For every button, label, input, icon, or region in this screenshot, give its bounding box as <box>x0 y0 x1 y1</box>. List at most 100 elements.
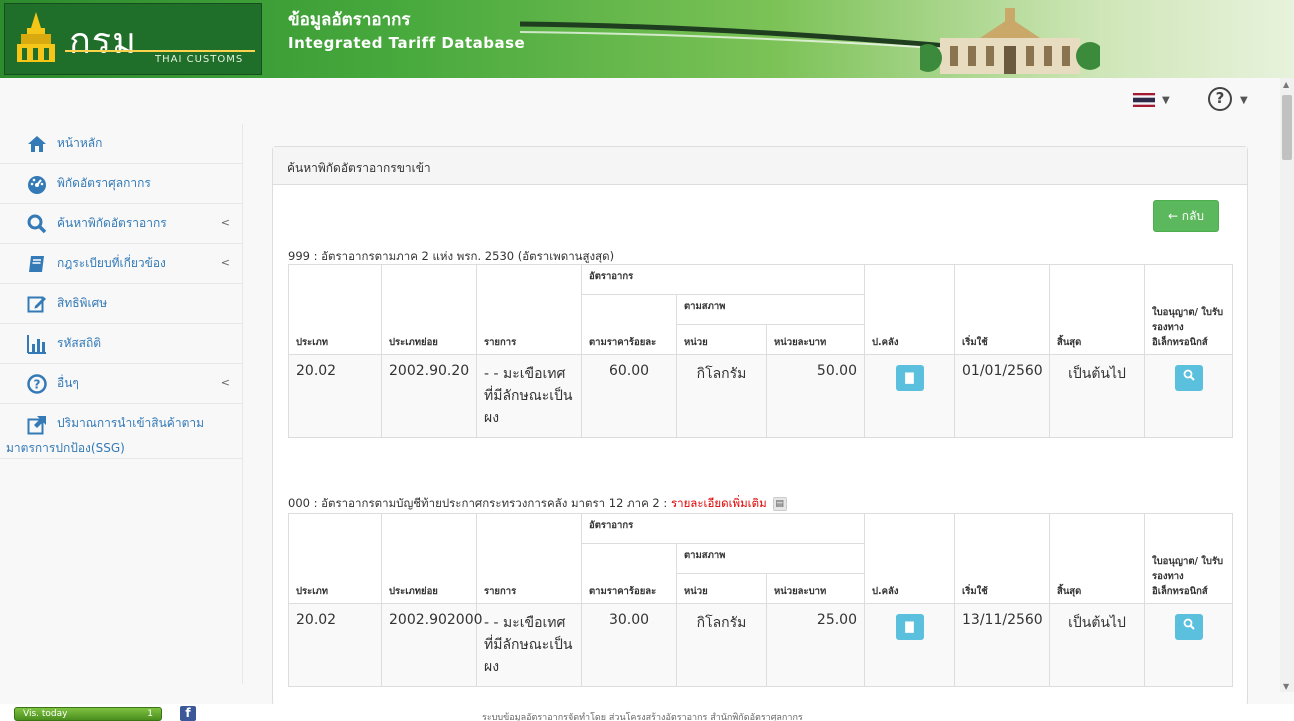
question-circle-icon: ? <box>26 373 48 395</box>
cell-end: เป็นต้นไป <box>1049 354 1146 438</box>
sidebar-item-tariff[interactable]: พิกัดอัตราศุลกากร <box>0 164 242 204</box>
col-header-duty: อัตราอากร <box>580 264 866 295</box>
sidebar: หน้าหลัก พิกัดอัตราศุลกากร ค้นหาพิกัดอัต… <box>0 124 243 684</box>
cell-type: 20.02 <box>288 603 382 687</box>
visitor-counter[interactable]: Vis. today 1 <box>14 707 162 721</box>
thai-flag-icon[interactable] <box>1133 93 1155 107</box>
cell-baht: 50.00 <box>765 354 866 438</box>
col-header-duty: อัตราอากร <box>580 513 866 544</box>
col-header-item: รายการ <box>476 264 582 355</box>
bar-chart-icon <box>26 333 48 355</box>
col-header-start: เริ่มใช้ <box>954 264 1051 355</box>
scrollbar-track[interactable] <box>1280 78 1294 692</box>
back-button[interactable]: ← กลับ <box>1153 200 1219 232</box>
col-header-type: ประเภท <box>288 264 382 355</box>
panel-title: ค้นหาพิกัดอัตราอากรขาเข้า <box>273 147 1247 185</box>
col-header-ad-valorem: ตามราคาร้อยละ <box>581 294 677 355</box>
search-icon <box>1183 618 1195 630</box>
road-graphic <box>520 21 970 50</box>
cell-item: - - มะเขือเทศที่มีลักษณะเป็นผง <box>476 354 582 438</box>
more-details-link[interactable]: รายละเอียดเพิ่มเติม <box>671 496 767 510</box>
col-header-end: สิ้นสุด <box>1049 264 1146 355</box>
col-header-ad-valorem: ตามราคาร้อยละ <box>581 543 677 604</box>
section-title-000-text: 000 : อัตราอากรตามบัญชีท้ายประกาศกระทรวง… <box>288 496 671 510</box>
col-header-item: รายการ <box>476 513 582 604</box>
col-header-baht-per-unit: หน่วยละบาท <box>765 573 866 604</box>
cell-start: 01/01/2560 <box>954 354 1051 438</box>
thai-customs-logo[interactable]: กรมศุลกากร THAI CUSTOMS <box>4 3 262 75</box>
sidebar-item-others[interactable]: ? อื่นๆ < <box>0 364 242 404</box>
sidebar-item-label: พิกัดอัตราศุลกากร <box>57 176 151 190</box>
cell-license <box>1144 603 1234 687</box>
home-icon <box>26 133 48 155</box>
banner-title-thai: ข้อมูลอัตราอากร <box>288 10 411 30</box>
col-header-unit: หน่วย <box>676 324 767 355</box>
scroll-down-arrow[interactable]: ▼ <box>1283 682 1289 691</box>
cell-notice: ▇ <box>864 603 956 687</box>
cell-item: - - มะเขือเทศที่มีลักษณะเป็นผง <box>476 603 582 687</box>
cell-unit: กิโลกรัม <box>676 603 767 687</box>
logo-thai-text: กรมศุลกากร <box>69 21 137 62</box>
sidebar-item-privileges[interactable]: สิทธิพิเศษ <box>0 284 242 324</box>
col-header-subtype: ประเภทย่อย <box>381 264 477 355</box>
table-row: 20.02 2002.90.20 - - มะเขือเทศที่มีลักษณ… <box>288 354 1234 438</box>
sidebar-item-statistics[interactable]: รหัสสถิติ <box>0 324 242 364</box>
chevron-left-icon: < <box>220 256 230 269</box>
section-title-000: 000 : อัตราอากรตามบัญชีท้ายประกาศกระทรวง… <box>288 495 787 513</box>
dashboard-icon <box>26 173 48 195</box>
search-license-button[interactable] <box>1174 614 1203 640</box>
cell-notice: ▇ <box>864 354 956 438</box>
rates-table-000: ประเภท ประเภทย่อย รายการ อัตราอากร ป.คลั… <box>288 513 1234 687</box>
visitor-count: 1 <box>147 709 153 719</box>
logo-underline <box>65 50 255 52</box>
document-button[interactable]: ▇ <box>895 365 924 391</box>
col-header-start: เริ่มใช้ <box>954 513 1051 604</box>
cell-type: 20.02 <box>288 354 382 438</box>
cell-baht: 25.00 <box>765 603 866 687</box>
sidebar-item-regulations[interactable]: กฎระเบียบที่เกี่ยวข้อง < <box>0 244 242 284</box>
svg-text:?: ? <box>34 377 41 391</box>
edit-icon <box>26 293 48 315</box>
footer-text: ระบบข้อมูลอัตราอากรจัดทำโดย ส่วนโครงสร้า… <box>482 713 803 721</box>
language-dropdown-caret[interactable]: ▼ <box>1162 95 1170 106</box>
col-header-type: ประเภท <box>288 513 382 604</box>
table-row: 20.02 2002.902000 - - มะเขือเทศที่มีลักษ… <box>288 603 1234 687</box>
clipboard-icon[interactable]: ▤ <box>772 496 787 511</box>
rates-table-999: ประเภท ประเภทย่อย รายการ อัตราอากร ป.คลั… <box>288 264 1234 438</box>
col-header-end: สิ้นสุด <box>1049 513 1146 604</box>
search-license-button[interactable] <box>1174 365 1203 391</box>
document-button[interactable]: ▇ <box>895 614 924 640</box>
cell-subtype: 2002.90.20 <box>381 354 477 438</box>
customs-building-image <box>920 8 1100 74</box>
cell-subtype: 2002.902000 <box>381 603 483 687</box>
scrollbar-thumb[interactable] <box>1282 95 1292 160</box>
facebook-icon[interactable]: f <box>180 706 196 721</box>
cell-ad-valorem: 60.00 <box>581 354 677 438</box>
top-navbar <box>0 78 1280 120</box>
sidebar-item-home[interactable]: หน้าหลัก <box>0 124 242 164</box>
col-header-notice: ป.คลัง <box>864 513 956 604</box>
external-link-icon <box>26 414 48 436</box>
header-banner: กรมศุลกากร THAI CUSTOMS ข้อมูลอัตราอากร … <box>0 0 1294 78</box>
col-header-notice: ป.คลัง <box>864 264 956 355</box>
banner-title-english: Integrated Tariff Database <box>288 34 526 52</box>
scroll-up-arrow[interactable]: ▲ <box>1283 80 1289 89</box>
help-dropdown-caret[interactable]: ▼ <box>1240 95 1248 106</box>
sidebar-item-label-cont: มาตรการปกป้อง(SSG) <box>6 440 125 455</box>
sidebar-item-label: สิทธิพิเศษ <box>57 296 108 310</box>
logo-english-text: THAI CUSTOMS <box>155 54 244 65</box>
sidebar-item-label: รหัสสถิติ <box>57 336 102 350</box>
sidebar-item-ssg[interactable]: ปริมาณการนำเข้าสินค้าตาม มาตรการปกป้อง(S… <box>0 404 242 459</box>
help-icon[interactable]: ? <box>1208 87 1232 111</box>
col-header-unit: หน่วย <box>676 573 767 604</box>
sidebar-item-label: ปริมาณการนำเข้าสินค้าตาม <box>57 416 205 430</box>
cell-license <box>1144 354 1234 438</box>
col-header-subtype: ประเภทย่อย <box>381 513 477 604</box>
col-header-baht-per-unit: หน่วยละบาท <box>765 324 866 355</box>
col-header-by-condition: ตามสภาพ <box>675 294 866 325</box>
chevron-left-icon: < <box>220 216 230 229</box>
book-icon <box>26 253 48 275</box>
sidebar-item-label: กฎระเบียบที่เกี่ยวข้อง <box>57 256 166 270</box>
sidebar-item-search-tariff[interactable]: ค้นหาพิกัดอัตราอากร < <box>0 204 242 244</box>
col-header-license: ใบอนุญาต/ ใบรับรองทาง อิเล็กทรอนิกส์ <box>1144 264 1234 355</box>
